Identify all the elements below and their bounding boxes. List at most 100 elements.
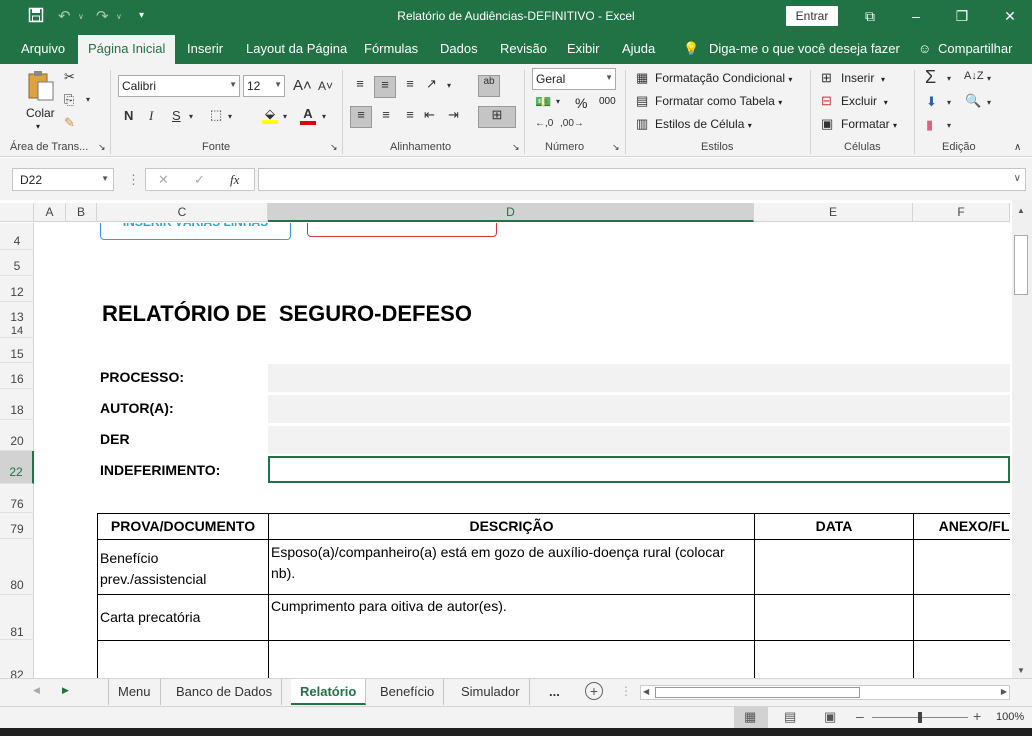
borders-dropdown-icon[interactable]: ▾ (228, 112, 232, 121)
ribbon-display-icon[interactable]: ⧉ (858, 6, 882, 26)
enter-icon[interactable]: ✓ (194, 172, 205, 188)
insert-cells-button[interactable]: Inserir ▾ (841, 71, 885, 85)
name-box[interactable]: D22 ▼ (12, 168, 114, 191)
row-header[interactable]: 20 (0, 420, 34, 451)
table-cell-prova[interactable]: Benefício prev./assistencial (100, 548, 266, 590)
table-cell-descricao[interactable]: Cumprimento para oitiva de autor(es). (271, 598, 751, 614)
add-sheet-icon[interactable]: + (585, 682, 603, 700)
font-size-select[interactable]: 12 ▼ (243, 75, 285, 97)
underline-dropdown-icon[interactable]: ▾ (189, 112, 193, 121)
insert-function-icon[interactable]: fx (230, 172, 239, 188)
row-header[interactable]: 14 (0, 326, 34, 338)
sheet-tab-banco-de-dados[interactable]: Banco de Dados (167, 679, 283, 705)
collapse-ribbon-icon[interactable]: ∧ (1014, 142, 1021, 153)
insert-rows-button[interactable]: INSERIR VÁRIAS LINHAS (100, 223, 291, 240)
borders-icon[interactable]: ⬚ (210, 107, 222, 123)
clipboard-launcher-icon[interactable]: ↘ (98, 142, 106, 153)
insert-cells-icon[interactable]: ⊞ (821, 70, 832, 86)
orientation-dropdown-icon[interactable]: ▾ (447, 81, 451, 90)
sheet-tab-more[interactable]: ... (540, 679, 569, 705)
row-header[interactable]: 18 (0, 389, 34, 420)
column-header-c[interactable]: C (97, 203, 268, 222)
zoom-slider-thumb[interactable] (918, 712, 922, 723)
row-header[interactable]: 13 (0, 302, 34, 326)
cut-icon[interactable]: ✂ (64, 69, 75, 85)
currency-icon[interactable]: 💵 (535, 94, 551, 110)
sort-dropdown-icon[interactable]: ▾ (987, 74, 991, 83)
paste-icon[interactable] (26, 70, 56, 105)
tab-formulas[interactable]: Fórmulas (364, 41, 418, 56)
underline-icon[interactable]: S (172, 108, 181, 123)
column-header-a[interactable]: A (34, 203, 66, 222)
tab-dados[interactable]: Dados (440, 41, 478, 56)
processo-field[interactable] (268, 364, 1010, 392)
minimize-button[interactable]: – (904, 6, 928, 26)
row-header[interactable]: 5 (0, 250, 34, 276)
font-name-select[interactable]: Calibri ▼ (118, 75, 240, 97)
increase-indent-icon[interactable]: ⇥ (448, 107, 459, 123)
format-table-button[interactable]: Formatar como Tabela ▾ (655, 94, 782, 108)
paste-label[interactable]: Colar (26, 106, 55, 120)
format-table-icon[interactable]: ▤ (636, 93, 648, 109)
row-header[interactable]: 12 (0, 276, 34, 302)
tab-inserir[interactable]: Inserir (187, 41, 223, 56)
scroll-right-icon[interactable]: ▶ (1001, 687, 1007, 696)
decrease-font-icon[interactable]: A˅ (318, 79, 333, 93)
tab-revisao[interactable]: Revisão (500, 41, 547, 56)
sheet-tab-simulador[interactable]: Simulador (452, 679, 530, 705)
format-cells-icon[interactable]: ▣ (821, 116, 833, 132)
scroll-left-icon[interactable]: ◀ (643, 687, 649, 696)
tab-ajuda[interactable]: Ajuda (622, 41, 655, 56)
tell-me-search[interactable]: Diga-me o que você deseja fazer (709, 41, 900, 56)
next-sheet-icon[interactable]: ▶ (62, 685, 69, 696)
sheet-tab-menu[interactable]: Menu (108, 679, 161, 705)
close-button[interactable]: ✕ (998, 6, 1022, 26)
der-field[interactable] (268, 426, 1010, 454)
bold-icon[interactable]: N (124, 108, 133, 123)
delete-cells-button[interactable]: Excluir ▾ (841, 94, 888, 108)
cell-styles-button[interactable]: Estilos de Célula ▾ (655, 117, 752, 131)
align-right-icon[interactable]: ≡ (400, 107, 420, 122)
find-select-icon[interactable]: 🔍 (965, 93, 981, 109)
currency-dropdown-icon[interactable]: ▾ (556, 97, 560, 106)
decrease-indent-icon[interactable]: ⇤ (424, 107, 435, 123)
page-layout-icon[interactable]: ▤ (784, 709, 796, 725)
tab-pagina-inicial[interactable]: Página Inicial (78, 35, 176, 64)
merge-center-icon[interactable]: ⊞ (478, 106, 516, 128)
column-header-d[interactable]: D (268, 203, 754, 222)
format-cells-button[interactable]: Formatar ▾ (841, 117, 897, 131)
column-header-e[interactable]: E (754, 203, 913, 222)
thousands-button[interactable]: 000 (599, 96, 616, 107)
normal-view-icon[interactable]: ▦ (744, 709, 756, 725)
select-all-corner[interactable] (0, 203, 34, 222)
prev-sheet-icon[interactable]: ◀ (33, 685, 40, 696)
restore-button[interactable]: ❐ (950, 6, 974, 26)
sheet-tab-beneficio[interactable]: Benefício (371, 679, 445, 705)
autosum-icon[interactable]: Σ (925, 67, 936, 88)
horizontal-scroll-thumb[interactable] (655, 687, 860, 698)
fill-color-icon[interactable]: ⬙ (262, 106, 278, 124)
font-color-icon[interactable]: A (300, 106, 316, 125)
table-cell-prova[interactable]: Carta precatória (100, 609, 266, 625)
fill-dropdown-icon[interactable]: ▾ (283, 112, 287, 121)
page-break-icon[interactable]: ▣ (824, 709, 836, 725)
sign-in-button[interactable]: Entrar (786, 6, 838, 26)
format-painter-icon[interactable]: ✎ (64, 115, 75, 131)
cell-styles-icon[interactable]: ▥ (636, 116, 648, 132)
paste-dropdown-icon[interactable]: ▾ (36, 122, 40, 131)
zoom-level[interactable]: 100% (996, 711, 1024, 723)
align-middle-icon[interactable]: ≡ (374, 76, 396, 98)
autosum-dropdown-icon[interactable]: ▾ (947, 74, 951, 83)
clear-icon[interactable]: ▮ (926, 117, 933, 133)
cancel-icon[interactable]: ✕ (158, 172, 169, 188)
expand-formula-icon[interactable]: ∨ (1014, 173, 1021, 184)
italic-icon[interactable]: I (149, 108, 153, 124)
number-launcher-icon[interactable]: ↘ (612, 142, 620, 153)
column-header-b[interactable]: B (66, 203, 97, 222)
clear-dropdown-icon[interactable]: ▾ (947, 121, 951, 130)
row-header[interactable]: 79 (0, 513, 34, 539)
indeferimento-field-selected[interactable] (268, 456, 1010, 483)
row-header[interactable]: 82 (0, 640, 34, 678)
tab-exibir[interactable]: Exibir (567, 41, 600, 56)
align-top-icon[interactable]: ≡ (350, 76, 370, 96)
